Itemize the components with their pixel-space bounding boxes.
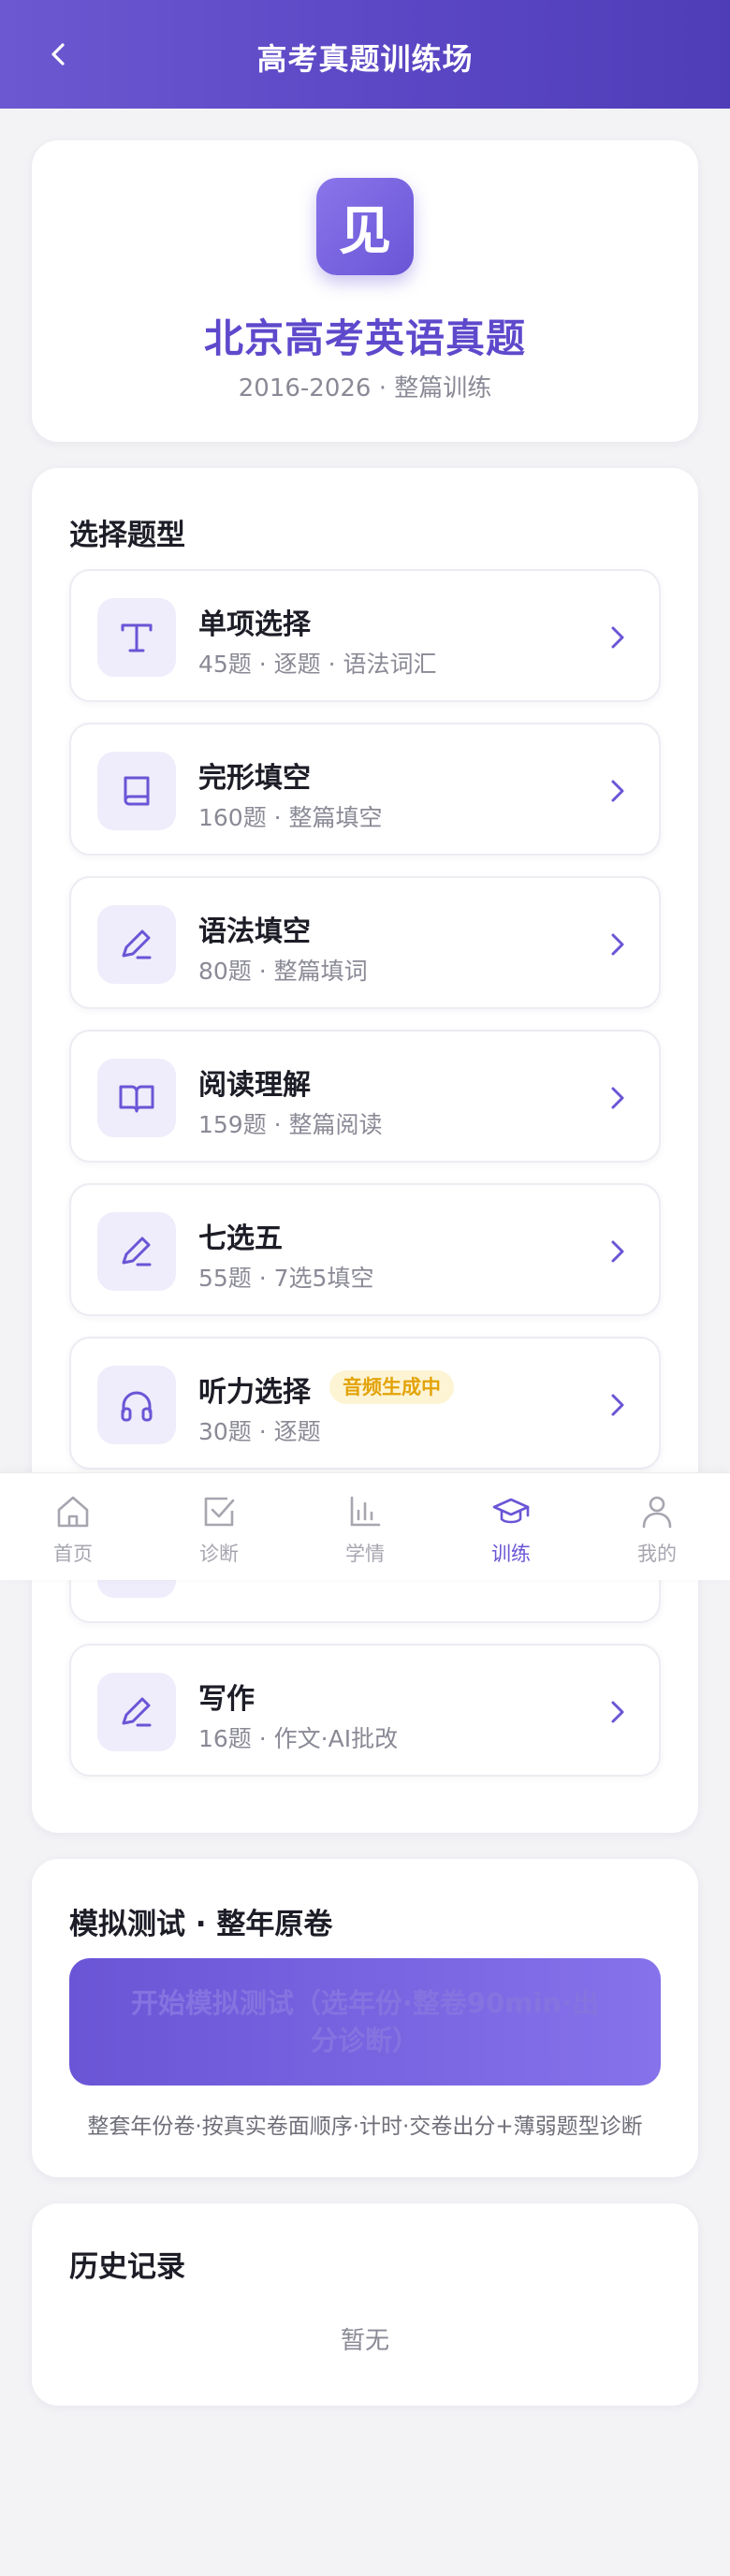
- type-name: 七选五: [198, 1222, 283, 1255]
- top-bar: 高考真题训练场: [0, 0, 730, 109]
- type-item-cloze[interactable]: 完形填空 160题 · 整篇填空: [69, 723, 661, 856]
- book-icon: [97, 752, 176, 830]
- type-name: 阅读理解: [198, 1069, 311, 1102]
- section-title: 历史记录: [69, 2250, 185, 2284]
- type-item-reading[interactable]: 阅读理解 159题 · 整篇阅读: [69, 1030, 661, 1163]
- page-title: 高考真题训练场: [256, 41, 474, 77]
- status-badge: 音频生成中: [329, 1370, 454, 1404]
- chevron-right-icon: [611, 1394, 624, 1416]
- type-item-seven-choose-five[interactable]: 七选五 55题 · 7选5填空: [69, 1183, 661, 1316]
- button-label: 开始模拟测试（选年份·整卷90min·出分诊断）: [130, 1987, 600, 2056]
- type-meta: 30题 · 逐题: [198, 1418, 321, 1445]
- type-meta: 160题 · 整篇填空: [198, 804, 383, 831]
- type-meta: 16题 · 作文·AI批改: [198, 1725, 399, 1752]
- graduation-cap-icon: [492, 1498, 530, 1524]
- chevron-right-icon: [611, 1701, 624, 1723]
- nav-item-profile[interactable]: 我的: [584, 1473, 730, 1580]
- type-meta: 45题 · 逐题 · 语法词汇: [198, 651, 437, 678]
- exam-subtitle: 2016-2026 · 整篇训练: [238, 374, 492, 402]
- type-item-grammar-fill[interactable]: 语法填空 80题 · 整篇填词: [69, 876, 661, 1009]
- chevron-right-icon: [611, 780, 624, 802]
- nav-label: 首页: [53, 1543, 93, 1565]
- bar-chart-icon: [350, 1496, 381, 1527]
- nav-label: 诊断: [199, 1543, 239, 1565]
- type-name: 听力选择: [198, 1376, 311, 1409]
- pen-icon: [97, 1673, 176, 1751]
- section-title: 模拟测试 · 整年原卷: [69, 1908, 333, 1941]
- nav-item-stats[interactable]: 学情: [292, 1473, 438, 1580]
- nav-item-diagnosis[interactable]: 诊断: [146, 1473, 292, 1580]
- bottom-nav: 首页 诊断 学情 训练 我的: [0, 1472, 730, 1580]
- home-icon: [57, 1496, 89, 1528]
- mock-test-card: 模拟测试 · 整年原卷 开始模拟测试（选年份·整卷90min·出分诊断） 整套年…: [32, 1859, 698, 2177]
- type-item-writing[interactable]: 写作 16题 · 作文·AI批改: [69, 1644, 661, 1777]
- type-meta: 55题 · 7选5填空: [198, 1265, 374, 1292]
- nav-label: 训练: [491, 1543, 531, 1565]
- user-icon: [642, 1496, 672, 1529]
- pen-icon: [97, 1212, 176, 1291]
- start-mock-test-button[interactable]: 开始模拟测试（选年份·整卷90min·出分诊断）: [69, 1958, 661, 2086]
- type-item-listening[interactable]: 听力选择 音频生成中 30题 · 逐题: [69, 1337, 661, 1470]
- type-name: 单项选择: [198, 608, 311, 641]
- nav-item-training[interactable]: 训练: [438, 1473, 584, 1580]
- empty-state: 暂无: [340, 2327, 389, 2355]
- type-name: 完形填空: [198, 762, 311, 795]
- exam-title: 北京高考英语真题: [203, 315, 526, 361]
- chevron-right-icon: [611, 933, 624, 956]
- nav-label: 我的: [637, 1543, 677, 1565]
- chevron-right-icon: [611, 626, 624, 649]
- mock-description: 整套年份卷·按真实卷面顺序·计时·交卷出分+薄弱题型诊断: [87, 2115, 643, 2139]
- question-type-card: 选择题型 单项选择 45题 · 逐题 · 语法词汇 完形填空 160题 · 整篇…: [32, 468, 698, 1833]
- type-name: 写作: [198, 1683, 255, 1716]
- nav-label: 学情: [345, 1543, 385, 1565]
- nav-item-home[interactable]: 首页: [0, 1473, 146, 1580]
- type-meta: 159题 · 整篇阅读: [198, 1111, 383, 1138]
- chevron-right-icon: [611, 1240, 624, 1263]
- pen-icon: [97, 905, 176, 984]
- open-book-icon: [97, 1059, 176, 1137]
- type-name: 语法填空: [198, 915, 311, 948]
- type-item-single-choice[interactable]: 单项选择 45题 · 逐题 · 语法词汇: [69, 569, 661, 702]
- app-logo: 见: [316, 178, 414, 275]
- history-card: 历史记录 暂无: [32, 2203, 698, 2406]
- chevron-right-icon: [611, 1087, 624, 1109]
- headphones-icon: [97, 1366, 176, 1444]
- section-title: 选择题型: [69, 519, 185, 552]
- checkbox-icon: [204, 1497, 235, 1527]
- exam-info-card: 见 北京高考英语真题 2016-2026 · 整篇训练: [32, 140, 698, 442]
- text-icon: [97, 598, 176, 677]
- type-meta: 80题 · 整篇填词: [198, 958, 368, 985]
